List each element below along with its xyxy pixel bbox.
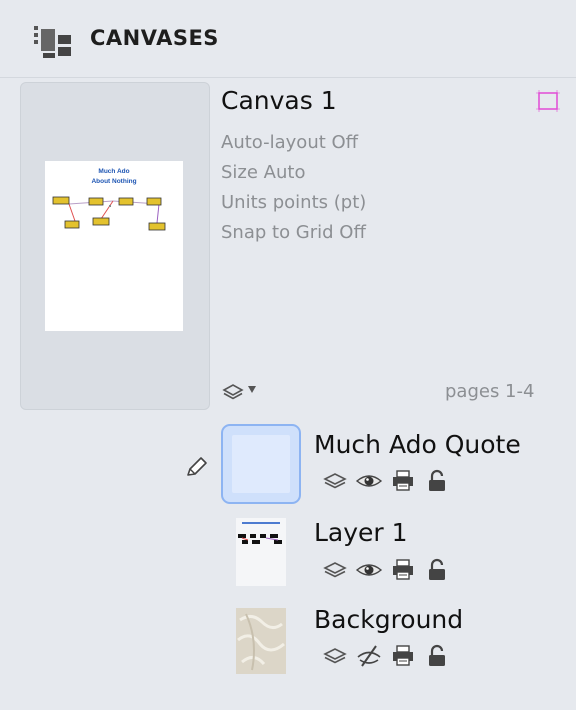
lock-icon[interactable] xyxy=(422,643,452,669)
canvas-name[interactable]: Canvas 1 xyxy=(221,86,337,115)
layer-stack-icon[interactable] xyxy=(320,468,350,494)
canvases-header: CANVASES xyxy=(0,0,576,78)
canvas-prop-auto-layout: Auto-layout Off xyxy=(221,132,359,153)
layer-thumbnail-much-ado-quote[interactable] xyxy=(221,424,301,504)
background-thumbnail-drawing xyxy=(236,608,286,674)
visibility-hidden-icon[interactable] xyxy=(354,643,384,669)
thumbnail-title-line2: About Nothing xyxy=(91,178,136,185)
print-icon[interactable] xyxy=(388,468,418,494)
canvases-icon xyxy=(34,26,71,58)
visibility-eye-icon[interactable] xyxy=(354,468,384,494)
layer-name-much-ado-quote[interactable]: Much Ado Quote xyxy=(314,430,521,459)
layer-thumbnail-background[interactable] xyxy=(222,600,300,678)
print-icon[interactable] xyxy=(388,643,418,669)
layer-thumbnail-layer-1[interactable] xyxy=(222,512,300,590)
lock-icon[interactable] xyxy=(422,468,452,494)
layer-name-background[interactable]: Background xyxy=(314,605,463,634)
layer-stack-icon[interactable] xyxy=(320,557,350,583)
canvas-prop-snap: Snap to Grid Off xyxy=(221,222,366,243)
canvas-thumbnail: Much Ado About Nothing xyxy=(45,161,183,331)
layers-menu-button[interactable] xyxy=(222,378,262,404)
layer-name-layer-1[interactable]: Layer 1 xyxy=(314,518,408,547)
thumbnail-title-line1: Much Ado xyxy=(98,168,129,175)
lock-icon[interactable] xyxy=(422,557,452,583)
layer-stack-icon[interactable] xyxy=(320,643,350,669)
pencil-icon xyxy=(187,457,207,476)
layer-controls-background xyxy=(320,643,452,669)
print-icon[interactable] xyxy=(388,557,418,583)
canvas-prop-units: Units points (pt) xyxy=(221,192,367,213)
canvas-prop-size: Size Auto xyxy=(221,162,306,183)
panel-title: CANVASES xyxy=(90,26,219,50)
layer-1-thumbnail-drawing xyxy=(236,518,286,586)
pages-range: pages 1-4 xyxy=(445,381,535,402)
chevron-down-icon xyxy=(248,386,256,393)
canvas-thumbnail-card[interactable]: Much Ado About Nothing xyxy=(20,82,210,410)
layer-controls-layer-1 xyxy=(320,557,452,583)
canvas-size-icon[interactable] xyxy=(536,90,560,112)
canvas-thumbnail-drawing: Much Ado About Nothing xyxy=(52,168,166,231)
visibility-eye-icon[interactable] xyxy=(354,557,384,583)
layers-icon xyxy=(222,384,244,400)
layer-controls-much-ado-quote xyxy=(320,468,452,494)
